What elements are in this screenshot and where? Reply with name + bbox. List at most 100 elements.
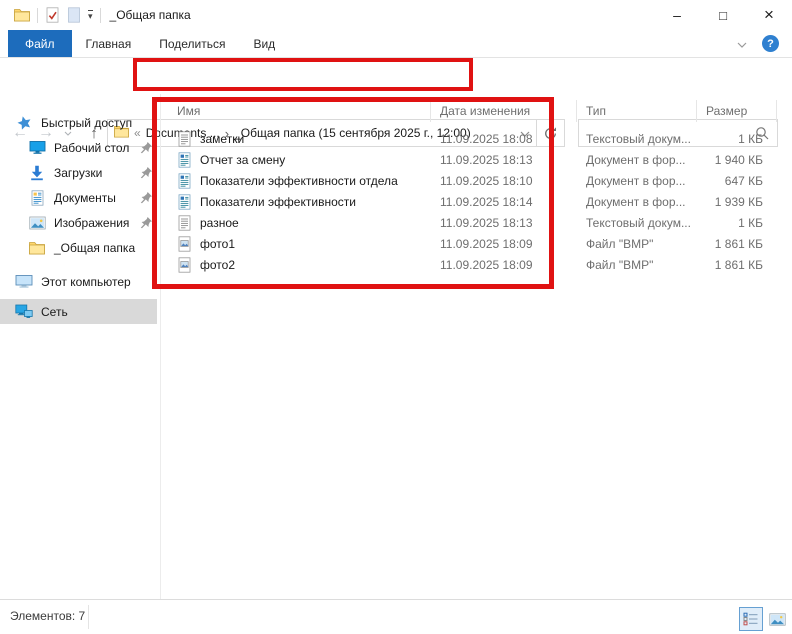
file-date-modified: 11.09.2025 18:10 <box>431 174 577 188</box>
file-type: Документ в фор... <box>577 174 697 188</box>
file-date-modified: 11.09.2025 18:08 <box>431 132 577 146</box>
file-name: Показатели эффективности <box>200 195 356 209</box>
tab-home[interactable]: Главная <box>72 30 146 57</box>
this-pc-icon <box>15 274 33 289</box>
file-name-cell: фото2 <box>168 257 431 273</box>
column-header-name[interactable]: Имя <box>168 100 431 122</box>
thumbnails-view-icon[interactable] <box>766 608 788 630</box>
pin-icon <box>140 191 153 207</box>
pin-icon <box>140 166 153 182</box>
rtf-file-icon <box>177 173 192 189</box>
qat-customize-icon[interactable]: ▾ <box>88 10 93 21</box>
table-row[interactable]: разное11.09.2025 18:13Текстовый докум...… <box>168 212 777 233</box>
file-type: Документ в фор... <box>577 153 697 167</box>
file-type: Файл "BMP" <box>577 237 697 251</box>
view-toggles <box>739 607 788 631</box>
table-row[interactable]: фото1 11.09.2025 18:09Файл "BMP"1 861 КБ <box>168 233 777 254</box>
properties-check-icon[interactable] <box>45 7 60 23</box>
divider <box>37 8 38 23</box>
minimize-button[interactable]: – <box>654 0 700 30</box>
explorer-window: ▾ _Общая папка – □ × Файл Главная Подели… <box>0 0 792 634</box>
ribbon-collapse-chevron-icon[interactable] <box>737 37 747 51</box>
file-size: 1 939 КБ <box>697 195 777 209</box>
file-size: 1 861 КБ <box>697 258 777 272</box>
sidebar-item-desktop[interactable]: Рабочий стол <box>0 135 157 160</box>
table-row[interactable]: Показатели эффективности отдела 11.09.202… <box>168 170 777 191</box>
file-size: 1 861 КБ <box>697 237 777 251</box>
column-header-type[interactable]: Тип <box>577 100 697 122</box>
sidebar-item-shared-folder[interactable]: _Общая папка <box>0 235 157 260</box>
file-type: Документ в фор... <box>577 195 697 209</box>
window-controls: – □ × <box>654 0 792 30</box>
file-list-header: ИмяДата измененияТипРазмер <box>168 100 777 122</box>
network-icon <box>15 304 33 319</box>
downloads-icon <box>28 165 46 181</box>
documents-icon <box>28 190 46 206</box>
pin-icon <box>140 216 153 232</box>
sidebar-item-label: Рабочий стол <box>54 141 129 155</box>
tab-view[interactable]: Вид <box>239 30 289 57</box>
file-name-cell: Показатели эффективности отдела <box>168 173 431 189</box>
file-name: разное <box>200 216 239 230</box>
sidebar-item-documents[interactable]: Документы <box>0 185 157 210</box>
file-list: ИмяДата измененияТипРазмер заметки 11.09.… <box>168 100 777 275</box>
close-button[interactable]: × <box>746 0 792 30</box>
new-item-page-icon[interactable] <box>67 7 81 23</box>
sidebar-item-label: Документы <box>54 191 116 205</box>
bmp-file-icon <box>177 257 192 273</box>
tab-file[interactable]: Файл <box>8 30 72 57</box>
table-row[interactable]: заметки 11.09.2025 18:08Текстовый докум..… <box>168 128 777 149</box>
maximize-button[interactable]: □ <box>700 0 746 30</box>
sidebar-item-pictures[interactable]: Изображения <box>0 210 157 235</box>
file-name: фото1 <box>200 237 235 251</box>
title-bar: ▾ _Общая папка – □ × <box>0 0 792 30</box>
sidebar-item-label: Сеть <box>41 305 68 319</box>
file-date-modified: 11.09.2025 18:09 <box>431 237 577 251</box>
sidebar-item-label: Загрузки <box>54 166 102 180</box>
table-row[interactable]: фото211.09.2025 18:09Файл "BMP"1 861 КБ <box>168 254 777 275</box>
file-name: Отчет за смену <box>200 153 285 167</box>
file-name-cell: Отчет за смену <box>168 152 431 168</box>
sidebar-item-downloads[interactable]: Загрузки <box>0 160 157 185</box>
file-size: 1 КБ <box>697 132 777 146</box>
file-date-modified: 11.09.2025 18:14 <box>431 195 577 209</box>
sidebar-item-label: Быстрый доступ <box>41 116 132 130</box>
divider <box>88 605 89 629</box>
sidebar-item-network[interactable]: Сеть <box>0 299 157 324</box>
file-date-modified: 11.09.2025 18:09 <box>431 258 577 272</box>
folder-icon <box>28 241 46 255</box>
column-header-date-modified[interactable]: Дата изменения <box>431 100 577 122</box>
quick-access-toolbar: ▾ <box>0 7 101 23</box>
bmp-file-icon <box>177 236 192 252</box>
sidebar: Быстрый доступ Рабочий стол Загрузки Докуме… <box>0 94 157 600</box>
folder-icon[interactable] <box>14 8 30 22</box>
pictures-icon <box>28 216 46 230</box>
table-row[interactable]: Отчет за смену 11.09.2025 18:13Документ в… <box>168 149 777 170</box>
sidebar-item-label: _Общая папка <box>54 241 135 255</box>
sidebar-item-label: Этот компьютер <box>41 275 131 289</box>
details-view-icon[interactable] <box>739 607 763 631</box>
sidebar-item-this-pc[interactable]: Этот компьютер <box>0 269 157 294</box>
file-name-cell: заметки <box>168 131 431 147</box>
sidebar-item-label: Изображения <box>54 216 129 230</box>
column-header-size[interactable]: Размер <box>697 100 777 122</box>
window-title: _Общая папка <box>110 8 191 22</box>
help-button[interactable]: ? <box>762 35 779 52</box>
file-type: Текстовый докум... <box>577 216 697 230</box>
file-size: 1 КБ <box>697 216 777 230</box>
pin-icon <box>140 141 153 157</box>
tab-share[interactable]: Поделиться <box>145 30 239 57</box>
file-name-cell: разное <box>168 215 431 231</box>
file-type: Файл "BMP" <box>577 258 697 272</box>
desktop-icon <box>28 140 46 155</box>
navigation-toolbar: ← → ↑ « Documents ... › _Общая папка (15… <box>0 58 792 94</box>
sidebar-item-quick-access[interactable]: Быстрый доступ <box>0 110 157 135</box>
rtf-file-icon <box>177 152 192 168</box>
file-name: заметки <box>200 132 244 146</box>
file-type: Текстовый докум... <box>577 132 697 146</box>
file-date-modified: 11.09.2025 18:13 <box>431 153 577 167</box>
file-list-body: заметки11.09.2025 18:08Текстовый докум..… <box>168 128 777 275</box>
file-size: 1 940 КБ <box>697 153 777 167</box>
table-row[interactable]: Показатели эффективности 11.09.2025 18:14… <box>168 191 777 212</box>
file-name: Показатели эффективности отдела <box>200 174 398 188</box>
